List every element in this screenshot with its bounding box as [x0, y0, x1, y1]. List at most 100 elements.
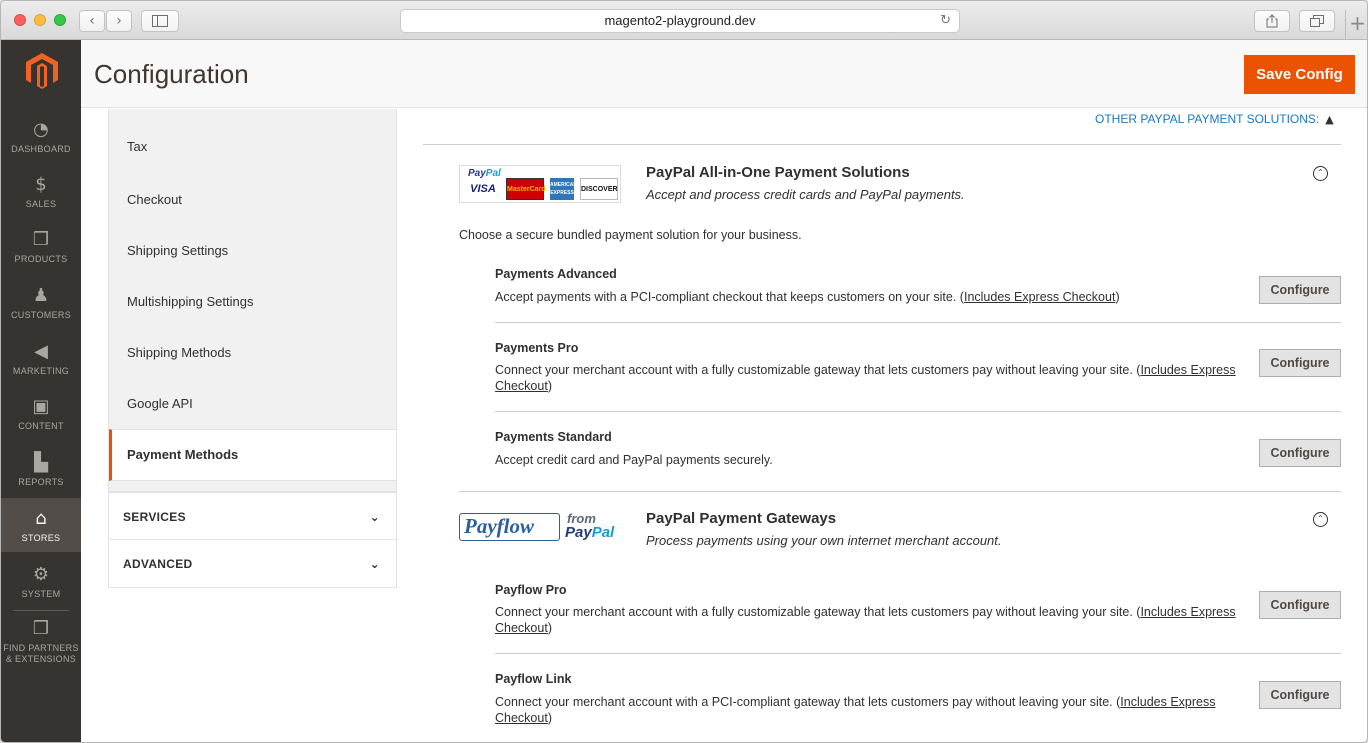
nav-label: REPORTS [18, 477, 64, 487]
solution-description: Connect your merchant account with a PCI… [495, 695, 1216, 725]
plus-icon: + [1349, 11, 1366, 35]
gear-icon: ⚙ [32, 564, 50, 585]
nav-system[interactable]: ⚙ SYSTEM [1, 564, 81, 620]
config-item-shipping-settings[interactable]: Shipping Settings [109, 225, 396, 276]
configure-button[interactable]: Configure [1259, 681, 1341, 709]
megaphone-icon: ◀ [34, 341, 48, 362]
new-tab-button[interactable]: + [1345, 10, 1367, 40]
solution-title: Payflow Link [495, 672, 572, 686]
zoom-window-button[interactable] [54, 14, 66, 26]
visa-icon: VISA [470, 183, 496, 195]
nav-marketing[interactable]: ◀ MARKETING [1, 341, 81, 397]
express-checkout-link[interactable]: Includes Express Checkout [964, 290, 1115, 304]
nav-label: DASHBOARD [11, 144, 71, 154]
nav-stores[interactable]: ⌂ STORES [1, 498, 81, 552]
mastercard-icon: MasterCard [506, 178, 546, 200]
tabs-overview-button[interactable] [1299, 10, 1335, 32]
solution-title: Payments Standard [495, 430, 612, 444]
nav-label: PRODUCTS [14, 254, 68, 264]
other-solutions-label: OTHER PAYPAL PAYMENT SOLUTIONS: [1095, 112, 1320, 126]
group-intro: Choose a secure bundled payment solution… [459, 228, 802, 242]
config-item-checkout[interactable]: Checkout [109, 174, 396, 225]
chevron-right-icon: › [116, 13, 122, 29]
nav-customers[interactable]: ♟ CUSTOMERS [1, 285, 81, 341]
paypal-wordmark: PayPal [565, 524, 615, 541]
nav-find-partners[interactable]: ❒ FIND PARTNERS & EXTENSIONS [1, 618, 81, 678]
amex-icon: AMERICAN EXPRESS [550, 178, 577, 200]
box-icon: ❒ [32, 229, 50, 250]
save-config-button[interactable]: Save Config [1244, 55, 1355, 94]
back-button[interactable]: ‹ [79, 10, 105, 32]
url-text: magento2-playground.dev [604, 13, 756, 28]
minimize-window-button[interactable] [34, 14, 46, 26]
box-icon: ❒ [32, 618, 50, 639]
page-header: Configuration Save Config [81, 40, 1367, 108]
config-navigation: Tax Checkout Shipping Settings Multiship… [108, 109, 397, 588]
nav-products[interactable]: ❒ PRODUCTS [1, 229, 81, 285]
chevron-down-icon: ⌄ [369, 510, 380, 524]
paypal-cards-logo: PayPal VISA MasterCard AMERICAN EXPRESS … [459, 165, 621, 203]
divider [495, 322, 1341, 323]
store-icon: ⌂ [35, 508, 47, 529]
caret-up-icon: ▲ [1325, 113, 1334, 126]
configure-button[interactable]: Configure [1259, 349, 1341, 377]
configure-button[interactable]: Configure [1259, 439, 1341, 467]
solution-description: Connect your merchant account with a ful… [495, 605, 1236, 635]
nav-label: MARKETING [12, 366, 70, 376]
nav-content[interactable]: ▣ CONTENT [1, 396, 81, 452]
payflow-logo: Payflow from PayPal [459, 511, 623, 545]
magento-logo[interactable] [25, 52, 59, 90]
close-window-button[interactable] [14, 14, 26, 26]
browser-toolbar: ‹ › magento2-playground.dev ↻ + [1, 1, 1367, 40]
solution-description: Connect your merchant account with a ful… [495, 363, 1236, 393]
config-item-google-api[interactable]: Google API [109, 378, 396, 429]
nav-label: CUSTOMERS [10, 310, 72, 320]
other-paypal-solutions-toggle[interactable]: OTHER PAYPAL PAYMENT SOLUTIONS: ▲ [1095, 112, 1334, 126]
reload-icon[interactable]: ↻ [940, 10, 951, 32]
group-subtitle: Accept and process credit cards and PayP… [646, 187, 965, 202]
group-title: PayPal Payment Gateways [646, 510, 837, 527]
sales-tab-items: Tax Checkout Shipping Settings Multiship… [108, 109, 397, 492]
configure-button[interactable]: Configure [1259, 591, 1341, 619]
solution-title: Payflow Pro [495, 583, 567, 597]
person-icon: ♟ [32, 285, 50, 306]
nav-label: SALES [25, 199, 57, 209]
speedometer-icon: ◔ [33, 119, 49, 140]
config-item-tax[interactable]: Tax [109, 109, 396, 174]
nav-label: FIND PARTNERS [3, 643, 79, 653]
chevron-left-icon: ‹ [89, 13, 95, 29]
address-bar[interactable]: magento2-playground.dev ↻ [400, 9, 960, 33]
nav-divider [13, 610, 69, 611]
layout-icon: ▣ [32, 396, 50, 417]
discover-icon: DISCOVER [580, 178, 618, 200]
nav-label: SYSTEM [21, 589, 61, 599]
solution-title: Payments Advanced [495, 267, 617, 281]
collapse-toggle-icon[interactable]: ⌃ [1313, 512, 1328, 527]
solution-description: Accept payments with a PCI-compliant che… [495, 290, 1120, 304]
sidebar-toggle-button[interactable] [141, 10, 179, 32]
chevron-down-icon: ⌄ [369, 557, 380, 571]
nav-sales[interactable]: $ SALES [1, 174, 81, 230]
forward-button[interactable]: › [106, 10, 132, 32]
dollar-icon: $ [35, 174, 47, 195]
configure-button[interactable]: Configure [1259, 276, 1341, 304]
nav-label: CONTENT [18, 421, 64, 431]
section-label: ADVANCED [123, 557, 193, 571]
section-services[interactable]: SERVICES ⌄ [108, 492, 397, 540]
section-advanced[interactable]: ADVANCED ⌄ [108, 540, 397, 588]
collapse-toggle-icon[interactable]: ⌃ [1313, 166, 1328, 181]
config-item-payment-methods[interactable]: Payment Methods [109, 429, 396, 481]
nav-label: STORES [21, 533, 61, 543]
tabs-icon [1310, 15, 1324, 27]
nav-dashboard[interactable]: ◔ DASHBOARD [1, 119, 81, 175]
divider [459, 491, 1341, 492]
group-subtitle: Process payments using your own internet… [646, 533, 1002, 548]
config-item-multishipping-settings[interactable]: Multishipping Settings [109, 276, 396, 327]
solution-title: Payments Pro [495, 341, 579, 355]
divider [495, 653, 1341, 654]
share-button[interactable] [1254, 10, 1290, 32]
browser-window: ‹ › magento2-playground.dev ↻ + ◔ DASHBO… [0, 0, 1368, 743]
config-item-shipping-methods[interactable]: Shipping Methods [109, 327, 396, 378]
divider [495, 411, 1341, 412]
